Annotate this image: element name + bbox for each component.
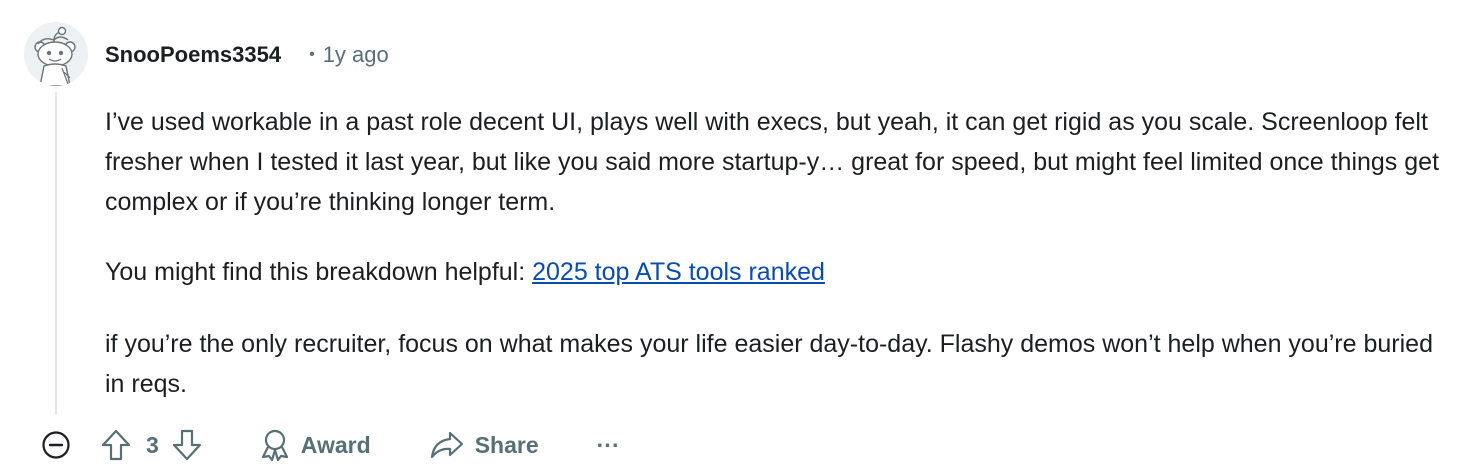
upvote-button[interactable] xyxy=(100,428,132,462)
award-button[interactable]: Award xyxy=(259,428,371,462)
meta-separator: • xyxy=(309,46,315,63)
comment-paragraph-3: if you’re the only recruiter, focus on w… xyxy=(105,330,1433,398)
share-label: Share xyxy=(474,431,539,458)
comment-paragraph-1: I’ve used workable in a past role decent… xyxy=(105,108,1440,216)
ats-tools-link[interactable]: 2025 top ATS tools ranked xyxy=(532,258,825,286)
vote-count: 3 xyxy=(146,431,159,458)
collapse-button[interactable] xyxy=(40,429,72,461)
share-button[interactable]: Share xyxy=(429,428,539,462)
snoo-avatar-icon xyxy=(24,22,88,86)
upvote-arrow-icon xyxy=(101,429,131,461)
award-label: Award xyxy=(300,431,371,458)
downvote-button[interactable] xyxy=(171,428,203,462)
more-options-button[interactable]: ··· xyxy=(597,432,620,459)
comment-actions: 3 Award Share ··· xyxy=(100,424,620,466)
comment-paragraph-2: You might find this breakdown helpful: 2… xyxy=(105,252,1445,292)
timestamp[interactable]: 1y ago xyxy=(323,42,389,68)
downvote-arrow-icon xyxy=(172,429,201,461)
share-arrow-icon xyxy=(430,431,463,459)
collapse-minus-icon xyxy=(42,431,70,459)
paragraph-2-text: You might find this breakdown helpful: xyxy=(105,258,533,286)
comment-body: I’ve used workable in a past role decent… xyxy=(105,102,1445,404)
username-link[interactable]: SnooPoems3354 xyxy=(105,42,281,68)
thread-line[interactable] xyxy=(55,92,57,414)
award-icon xyxy=(261,429,288,462)
avatar[interactable] xyxy=(24,22,88,86)
comment-header: SnooPoems3354 • 1y ago xyxy=(105,40,389,70)
